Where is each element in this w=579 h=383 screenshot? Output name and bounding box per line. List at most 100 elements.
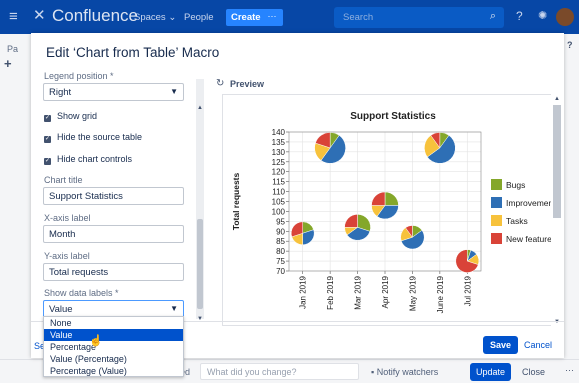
dialog-title: Edit ‘Chart from Table’ Macro — [46, 45, 220, 60]
show-grid-checkbox[interactable]: ✓ Show grid — [44, 111, 97, 122]
change-comment-placeholder: What did you change? — [207, 367, 297, 377]
y-tick-label: 140 — [272, 128, 286, 137]
hide-source-table-label: Hide the source table — [57, 132, 143, 142]
create-more-button[interactable]: ··· — [261, 9, 283, 26]
legend-swatch — [491, 215, 502, 226]
y-tick-label: 85 — [276, 237, 285, 246]
dropdown-option[interactable]: Value (Percentage) — [44, 353, 183, 365]
y-tick-label: 115 — [272, 178, 285, 187]
cancel-button[interactable]: Cancel — [524, 340, 552, 350]
show-data-labels-label: Show data labels * — [44, 288, 119, 298]
dropdown-option[interactable]: None — [44, 317, 183, 329]
y-tick-label: 105 — [272, 198, 286, 207]
chevron-down-icon: ▼ — [170, 304, 178, 313]
y-tick-label: 110 — [272, 188, 285, 197]
x-tick-label: Jan 2019 — [299, 275, 308, 308]
y-tick-label: 95 — [276, 217, 285, 226]
page-help-icon[interactable]: ? — [567, 40, 573, 50]
y-tick-label: 135 — [272, 138, 286, 147]
update-button[interactable]: Update — [470, 363, 511, 381]
legend-label: Improvements — [506, 198, 551, 208]
confluence-logo-icon[interactable]: ✕ — [33, 8, 46, 24]
x-tick-label: Jul 2019 — [463, 275, 472, 306]
hide-chart-controls-label: Hide chart controls — [57, 154, 133, 164]
macro-dialog: Edit ‘Chart from Table’ Macro Legend pos… — [31, 33, 564, 358]
preview-label: Preview — [230, 79, 265, 89]
x-tick-label: Feb 2019 — [326, 275, 335, 309]
spaces-menu[interactable]: Spaces ⌄ — [134, 12, 176, 23]
pie-slice — [371, 191, 386, 206]
y-tick-label: 120 — [272, 168, 286, 177]
chart-svg: Support Statistics7075808590951001051101… — [231, 111, 560, 313]
hide-chart-controls-checkbox[interactable]: ✓ Hide chart controls — [44, 154, 132, 165]
x-tick-label: June 2019 — [436, 275, 445, 313]
checkbox-checked-icon: ✓ — [44, 115, 51, 122]
search-icon: ⌕ — [489, 10, 496, 22]
legend-label: Tasks — [506, 216, 528, 226]
search-field[interactable]: Search ⌕ — [334, 7, 504, 28]
user-avatar[interactable] — [556, 8, 574, 26]
legend-swatch — [491, 233, 502, 244]
legend-position-label: Legend position * — [44, 71, 114, 81]
y-axis-title: Total requests — [231, 172, 241, 230]
help-icon[interactable]: ? — [516, 9, 523, 23]
preview-scroll-up-icon[interactable]: ▲ — [554, 96, 560, 102]
chart-title-label: Chart title — [44, 175, 83, 185]
x-tick-label: Apr 2019 — [381, 275, 390, 308]
x-tick-label: Mar 2019 — [354, 275, 363, 309]
y-axis-label-label: Y-axis label — [44, 251, 90, 261]
settings-gear-icon[interactable]: ✺ — [538, 9, 547, 23]
notify-watchers-label: Notify watchers — [376, 367, 439, 377]
notify-watchers-checkbox[interactable]: ▪ Notify watchers — [371, 367, 438, 377]
y-tick-label: 100 — [272, 207, 286, 216]
top-navigation-bar: ≡ ✕ Confluence Spaces ⌄ People Create ··… — [0, 0, 579, 34]
chart-title: Support Statistics — [350, 111, 436, 122]
legend-swatch — [491, 197, 502, 208]
change-comment-input[interactable]: What did you change? — [200, 363, 359, 380]
app-switcher-icon[interactable]: ≡ — [9, 9, 18, 24]
y-tick-label: 125 — [272, 158, 286, 167]
hide-source-table-checkbox[interactable]: ✓ Hide the source table — [44, 132, 142, 143]
checkbox-checked-icon: ✓ — [44, 158, 51, 165]
brand-name[interactable]: Confluence — [52, 7, 138, 25]
y-tick-label: 130 — [272, 148, 286, 157]
legend-label: New features — [506, 234, 551, 244]
show-grid-label: Show grid — [57, 111, 98, 121]
create-button[interactable]: Create — [226, 9, 266, 26]
form-scrollbar-thumb[interactable] — [197, 219, 203, 309]
add-plus-icon[interactable]: + — [4, 56, 12, 71]
show-data-labels-value: Value — [49, 304, 73, 315]
y-tick-label: 70 — [276, 267, 285, 276]
page-sidebar-fragment: Pa — [7, 44, 19, 54]
more-actions-icon[interactable]: ··· — [565, 365, 574, 375]
checkbox-icon: ▪ — [371, 367, 375, 377]
chart-title-input[interactable]: Support Statistics — [43, 187, 184, 205]
pie-slice — [384, 191, 399, 206]
mouse-cursor-icon: ☝ — [89, 335, 103, 347]
preview-scrollbar-thumb[interactable] — [553, 105, 561, 218]
scroll-up-arrow-icon[interactable]: ▲ — [197, 105, 203, 111]
legend-position-select[interactable]: Right ▼ — [43, 83, 184, 101]
x-axis-label-input[interactable]: Month — [43, 225, 184, 243]
y-tick-label: 75 — [276, 257, 285, 266]
save-button[interactable]: Save — [483, 336, 518, 354]
search-placeholder: Search — [343, 12, 374, 23]
dropdown-option[interactable]: Percentage — [44, 341, 183, 353]
refresh-icon[interactable]: ↻ — [216, 78, 224, 89]
dropdown-option[interactable]: Value — [44, 329, 183, 341]
form-panel: Legend position * Right ▼ ✓ Show grid ✓ Hi… — [31, 71, 207, 319]
y-tick-label: 90 — [276, 227, 285, 236]
pie-slice — [344, 214, 358, 228]
y-tick-label: 80 — [276, 247, 285, 256]
chart-preview: Support Statistics 70 75 80 85 90 95 100 105 110 1… — [222, 94, 560, 326]
people-link[interactable]: People — [184, 12, 214, 23]
checkbox-checked-icon: ✓ — [44, 136, 51, 143]
y-axis-label-input[interactable]: Total requests — [43, 263, 184, 281]
legend-position-value: Right — [49, 87, 72, 98]
data-labels-dropdown-list: None Value Percentage Value (Percentage) Per… — [43, 316, 184, 377]
chevron-down-icon: ▼ — [170, 87, 178, 96]
dropdown-option[interactable]: Percentage (Value) — [44, 365, 183, 377]
x-tick-label: May 2019 — [408, 275, 417, 311]
preview-scroll-down-icon[interactable]: ▼ — [554, 319, 560, 325]
close-button[interactable]: Close — [522, 367, 545, 377]
